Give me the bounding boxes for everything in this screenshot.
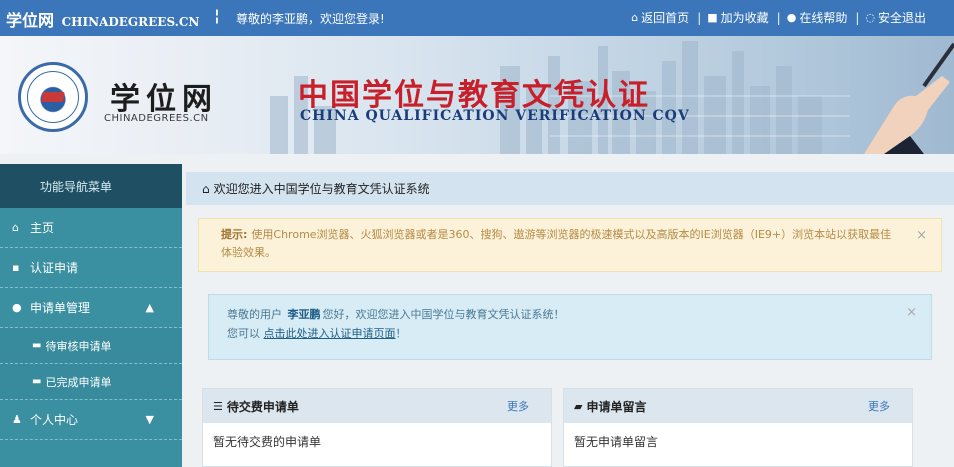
bookmark-icon: ■ <box>707 11 718 24</box>
chevron-down-icon: ▼ <box>145 413 154 426</box>
help-icon: ● <box>786 11 797 24</box>
file-icon: ▪ <box>12 261 20 274</box>
graduation-cap-icon <box>27 71 79 123</box>
home-icon: ⌂ <box>202 181 210 196</box>
panel-title: 申请单留言 <box>586 399 647 414</box>
settings-icon: ● <box>12 301 22 314</box>
welcome-line-1: 尊敬的用户 李亚鹏 您好，欢迎您进入中国学位与教育文凭认证系统！ <box>227 308 565 321</box>
panel-empty-text: 暂无申请单留言 <box>574 435 659 449</box>
sidebar-item-apply[interactable]: ▪ 认证申请 <box>0 248 182 288</box>
breadcrumb: ⌂ 欢迎您进入中国学位与教育文凭认证系统 <box>186 172 954 205</box>
sidebar-item-label: 个人中心 <box>30 413 79 427</box>
list-icon: ☰ <box>213 399 223 413</box>
user-name: 李亚鹏 <box>287 308 321 321</box>
close-icon[interactable]: × <box>916 227 927 245</box>
help-link-label: 在线帮助 <box>799 11 848 25</box>
home-icon: ⌂ <box>631 11 639 24</box>
sidebar-item-label: 待审核申请单 <box>45 339 112 353</box>
home-link[interactable]: ⌂ 返回首页 <box>631 9 689 26</box>
hand-with-pen-image <box>864 42 954 154</box>
logout-link[interactable]: | ◌ 安全退出 <box>853 9 926 26</box>
site-logo-subtext: CHINADEGREES.CN <box>104 113 209 124</box>
greeting-text: 尊敬的李亚鹏，欢迎您登录! <box>236 12 385 26</box>
comment-icon: ▰ <box>574 399 583 413</box>
brand-separator: ¦ <box>214 6 220 25</box>
application-messages-panel: ▰ 申请单留言 更多 暂无申请单留言 <box>563 388 913 467</box>
sidebar-title: 功能导航菜单 <box>0 164 182 208</box>
top-links: ⌂ 返回首页 | ■ 加为收藏 | ● 在线帮助 | ◌ 安全退出 <box>625 9 926 26</box>
sidebar-subitem-pending[interactable]: ▬ 待审核申请单 <box>0 328 182 364</box>
logout-icon: ◌ <box>865 11 875 24</box>
site-logo-text: 学位网 <box>110 82 218 117</box>
banner-subtitle: CHINA QUALIFICATION VERIFICATION CQV <box>300 108 690 124</box>
sidebar-item-application-management[interactable]: ● 申请单管理 ▲ <box>0 288 182 328</box>
close-icon[interactable]: × <box>906 303 917 322</box>
bookmark-link[interactable]: | ■ 加为收藏 <box>695 9 768 26</box>
sidebar-item-home[interactable]: ⌂ 主页 <box>0 208 182 248</box>
sidebar-item-label: 主页 <box>30 221 55 235</box>
brand-name-cn: 学位网 <box>6 11 55 30</box>
browser-tip-alert: 提示: 使用Chrome浏览器、火狐浏览器或者是360、搜狗、遨游等浏览器的极速模… <box>198 218 942 272</box>
brand-name-en: CHINADEGREES.CN <box>61 15 200 29</box>
cart-icon: ▬ <box>32 340 42 351</box>
brand-logo[interactable]: 学位网 CHINADEGREES.CN <box>6 7 199 31</box>
pending-payment-panel: ☰ 待交费申请单 更多 暂无待交费的申请单 <box>202 388 552 467</box>
university-seal-logo <box>18 62 88 132</box>
sidebar-item-label: 已完成申请单 <box>45 375 112 389</box>
more-link[interactable]: 更多 <box>507 398 529 414</box>
top-bar: 学位网 CHINADEGREES.CN ¦ 尊敬的李亚鹏，欢迎您登录! ⌂ 返回首… <box>0 0 954 36</box>
sidebar-item-label: 申请单管理 <box>30 301 91 315</box>
panel-title: 待交费申请单 <box>226 399 299 414</box>
tip-text: 使用Chrome浏览器、火狐浏览器或者是360、搜狗、遨游等浏览器的极速模式以及… <box>221 228 892 259</box>
more-link[interactable]: 更多 <box>868 398 890 414</box>
help-link[interactable]: | ● 在线帮助 <box>775 9 848 26</box>
user-icon: ♟ <box>12 413 22 426</box>
sidebar-subitem-completed[interactable]: ▬ 已完成申请单 <box>0 364 182 400</box>
sidebar-item-personal-center[interactable]: ♟ 个人中心 ▼ <box>0 400 182 440</box>
panel-empty-text: 暂无待交费的申请单 <box>213 435 322 449</box>
page-title: 欢迎您进入中国学位与教育文凭认证系统 <box>213 182 430 196</box>
welcome-line-2: 您可以 点击此处进入认证申请页面！ <box>227 327 407 340</box>
welcome-alert: 尊敬的用户 李亚鹏 您好，欢迎您进入中国学位与教育文凭认证系统！ 您可以 点击此处… <box>208 294 932 360</box>
chevron-up-icon: ▲ <box>145 301 154 314</box>
sidebar-item-label: 认证申请 <box>30 261 79 275</box>
tip-label: 提示: <box>221 228 248 241</box>
briefcase-icon: ▬ <box>32 376 42 387</box>
bookmark-link-label: 加为收藏 <box>720 11 769 25</box>
header-banner: 学位网 CHINADEGREES.CN 中国学位与教育文凭认证 CHINA QU… <box>0 36 954 154</box>
logout-link-label: 安全退出 <box>877 11 926 25</box>
sidebar-nav: 功能导航菜单 ⌂ 主页 ▪ 认证申请 ● 申请单管理 ▲ ▬ 待审核申请单 ▬ 已完成申请单… <box>0 164 182 467</box>
apply-page-link[interactable]: 点击此处进入认证申请页面 <box>264 327 396 340</box>
home-link-label: 返回首页 <box>641 11 690 25</box>
home-icon: ⌂ <box>12 221 19 234</box>
